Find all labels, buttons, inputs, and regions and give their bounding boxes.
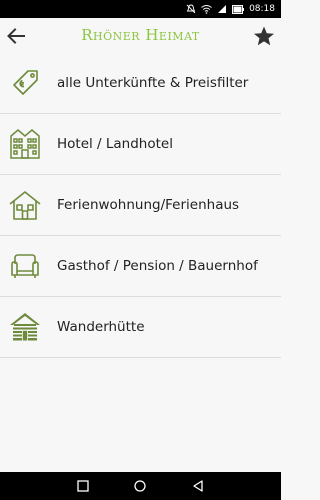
status-bar: 08:18 xyxy=(0,0,281,18)
battery-icon xyxy=(232,4,245,14)
list-item-label: Hotel / Landhotel xyxy=(57,136,173,152)
hotel-building-icon xyxy=(10,129,40,159)
app-title: Rhöner Heimat xyxy=(81,26,200,44)
price-tag-icon xyxy=(13,70,38,95)
home-icon[interactable] xyxy=(132,478,148,494)
status-time: 08:18 xyxy=(249,4,275,14)
log-cabin-icon xyxy=(10,313,40,341)
list-item-hotel[interactable]: Hotel / Landhotel xyxy=(0,114,281,175)
app-bar: Rhöner Heimat xyxy=(0,18,281,54)
status-icons: 08:18 xyxy=(186,3,275,15)
holiday-house-icon xyxy=(9,191,41,220)
star-favorite-icon[interactable] xyxy=(252,24,276,48)
notifications-muted-icon xyxy=(186,4,196,14)
list-item-guesthouse[interactable]: Gasthof / Pension / Bauernhof xyxy=(0,236,281,297)
accommodation-category-list: alle Unterkünfte & Preisfilter Hotel / L… xyxy=(0,53,281,358)
recent-apps-icon[interactable] xyxy=(75,478,91,494)
list-item-all-accommodations[interactable]: alle Unterkünfte & Preisfilter xyxy=(0,53,281,114)
list-item-label: alle Unterkünfte & Preisfilter xyxy=(57,75,249,91)
armchair-icon xyxy=(11,254,39,278)
list-item-label: Ferienwohnung/Ferienhaus xyxy=(57,197,240,213)
list-item-holiday-apartment[interactable]: Ferienwohnung/Ferienhaus xyxy=(0,175,281,236)
list-item-label: Wanderhütte xyxy=(57,319,145,335)
back-triangle-icon[interactable] xyxy=(190,478,206,494)
system-navigation-bar xyxy=(0,472,281,500)
list-item-label: Gasthof / Pension / Bauernhof xyxy=(57,258,258,274)
signal-icon xyxy=(218,5,227,13)
list-item-hiking-hut[interactable]: Wanderhütte xyxy=(0,297,281,358)
wifi-icon xyxy=(201,5,212,14)
